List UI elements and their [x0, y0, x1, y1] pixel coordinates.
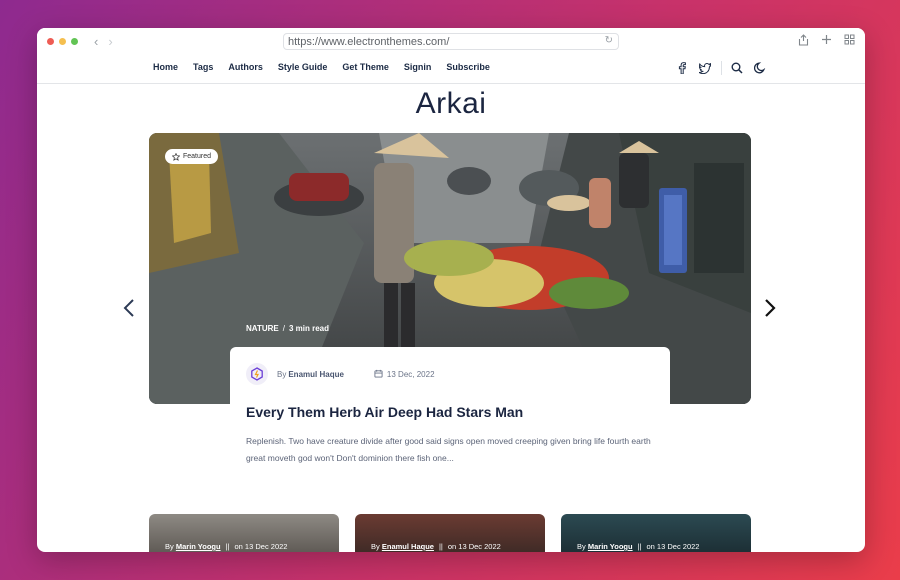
nav-subscribe[interactable]: Subscribe	[446, 62, 490, 72]
author-prefix: By	[277, 369, 287, 379]
thumbnail-author[interactable]: Marin Yoogu	[176, 542, 221, 551]
nav-home[interactable]: Home	[153, 62, 178, 72]
post-date-text: 13 Dec, 2022	[386, 369, 435, 379]
forward-icon[interactable]: ›	[108, 34, 112, 49]
thumbnail-separator: ||	[637, 542, 642, 551]
featured-badge[interactable]: Featured	[165, 149, 219, 164]
carousel-prev-icon[interactable]	[123, 298, 135, 324]
nav-signin[interactable]: Signin	[404, 62, 432, 72]
thumbnail-author-prefix: By	[165, 542, 174, 551]
facebook-icon[interactable]	[675, 61, 689, 75]
author-avatar[interactable]	[246, 363, 268, 385]
featured-post-card: By Enamul Haque 13 Dec, 2022 Every Them …	[230, 347, 670, 477]
thumbnail-meta: By Enamul Haque || on 13 Dec 2022	[371, 542, 501, 551]
window-controls	[47, 38, 78, 45]
meta-separator: /	[282, 324, 285, 333]
post-date: 13 Dec, 2022	[374, 369, 435, 380]
nav-icons	[675, 61, 776, 75]
browser-actions	[798, 34, 855, 49]
thumbnail-author[interactable]: Enamul Haque	[382, 542, 434, 551]
reload-icon[interactable]: ↻	[605, 35, 613, 46]
moon-icon[interactable]	[753, 61, 767, 75]
address-bar[interactable]: https://www.electronthemes.com/ ↻	[283, 33, 619, 50]
featured-badge-label: Featured	[183, 153, 212, 160]
post-tag[interactable]: NATURE	[246, 324, 279, 333]
thumbnail-author[interactable]: Marin Yoogu	[588, 542, 633, 551]
site-navigation: Home Tags Authors Style Guide Get Theme …	[37, 55, 865, 84]
post-thumbnail[interactable]: By Marin Yoogu || on 13 Dec 2022	[561, 514, 751, 552]
post-thumbnail[interactable]: By Enamul Haque || on 13 Dec 2022	[355, 514, 545, 552]
hero-meta: NATURE/3 min read	[246, 324, 329, 333]
site-title[interactable]: Arkai	[37, 87, 865, 121]
thumbnail-author-prefix: By	[371, 542, 380, 551]
minimize-button[interactable]	[59, 38, 66, 45]
post-byline: By Enamul Haque 13 Dec, 2022	[246, 363, 435, 385]
main-menu: Home Tags Authors Style Guide Get Theme …	[153, 62, 490, 72]
thumbnail-author-prefix: By	[577, 542, 586, 551]
post-thumbnail[interactable]: By Marin Yoogu || on 13 Dec 2022	[149, 514, 339, 552]
star-icon	[172, 152, 180, 161]
thumbnail-date: on 13 Dec 2022	[447, 542, 501, 551]
post-title[interactable]: Every Them Herb Air Deep Had Stars Man	[246, 404, 523, 420]
nav-divider	[721, 61, 722, 75]
post-excerpt: Replenish. Two have creature divide afte…	[246, 436, 651, 463]
thumbnail-date: on 13 Dec 2022	[646, 542, 700, 551]
tab-overview-icon[interactable]	[844, 34, 855, 49]
share-icon[interactable]	[798, 34, 809, 49]
browser-toolbar: ‹ › https://www.electronthemes.com/ ↻	[37, 28, 865, 55]
nav-get-theme[interactable]: Get Theme	[342, 62, 389, 72]
calendar-icon	[374, 369, 383, 380]
read-time: 3 min read	[288, 324, 329, 333]
carousel-next-icon[interactable]	[764, 298, 776, 324]
nav-authors[interactable]: Authors	[228, 62, 263, 72]
thumbnail-meta: By Marin Yoogu || on 13 Dec 2022	[165, 542, 287, 551]
twitter-icon[interactable]	[698, 61, 712, 75]
thumbnail-date: on 13 Dec 2022	[234, 542, 288, 551]
search-icon[interactable]	[730, 61, 744, 75]
thumbnail-separator: ||	[225, 542, 230, 551]
author-name[interactable]: Enamul Haque	[288, 370, 344, 379]
browser-window: ‹ › https://www.electronthemes.com/ ↻ Ho…	[37, 28, 865, 552]
close-button[interactable]	[47, 38, 54, 45]
thumbnail-separator: ||	[438, 542, 443, 551]
thumbnail-meta: By Marin Yoogu || on 13 Dec 2022	[577, 542, 699, 551]
back-icon[interactable]: ‹	[94, 34, 98, 49]
history-nav: ‹ ›	[94, 34, 113, 49]
maximize-button[interactable]	[71, 38, 78, 45]
new-tab-icon[interactable]	[821, 34, 832, 49]
url-text: https://www.electronthemes.com/	[288, 35, 450, 48]
nav-style-guide[interactable]: Style Guide	[278, 62, 328, 72]
nav-tags[interactable]: Tags	[193, 62, 213, 72]
